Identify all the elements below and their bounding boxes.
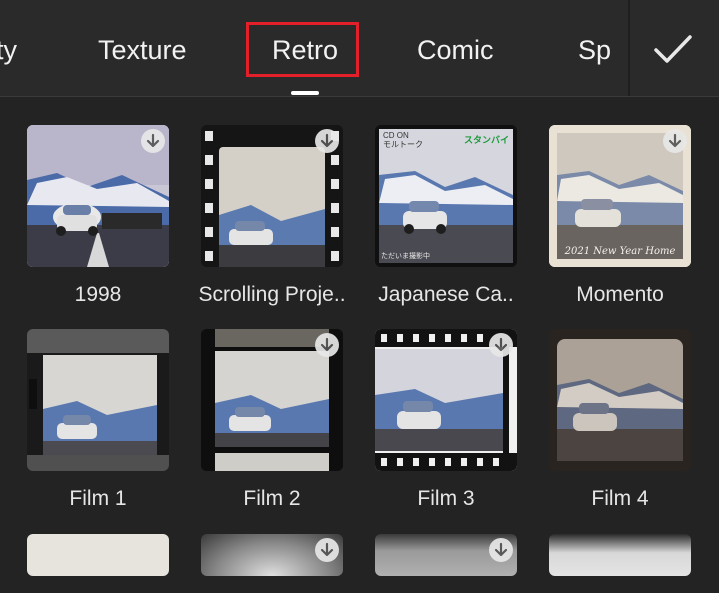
thumbnail <box>201 534 343 576</box>
thumbnail: 2021 New Year Home <box>549 125 691 267</box>
effect-item-film-1[interactable]: Film 1 <box>27 329 169 510</box>
camera-overlay-text-top-right: スタンバイ <box>463 135 509 145</box>
effect-label: Film 3 <box>417 487 475 510</box>
effect-label: Momento <box>576 283 664 306</box>
thumbnail <box>27 534 169 576</box>
effect-grid: 1998 Scrolling Proje.. CD ON モルトーク スタンバイ… <box>0 97 719 593</box>
download-arrow-icon[interactable] <box>315 538 339 562</box>
effect-item-film-4[interactable]: Film 4 <box>549 329 691 510</box>
download-arrow-icon[interactable] <box>489 538 513 562</box>
thumbnail <box>549 534 691 576</box>
checkmark-icon <box>654 35 692 63</box>
thumbnail: CD ON モルトーク スタンバイ ただいま撮影中 <box>375 125 517 267</box>
camera-overlay-text-bottom-left: ただいま撮影中 <box>381 253 430 260</box>
effect-item-row3-4[interactable] <box>549 534 691 576</box>
effect-label: Film 4 <box>591 487 649 510</box>
thumbnail <box>549 329 691 471</box>
film4-scene-image <box>549 329 691 471</box>
effect-label: 1998 <box>74 283 122 306</box>
camera-overlay-text-top-left: CD ON モルトーク <box>383 131 423 149</box>
active-tab-indicator <box>291 91 319 95</box>
effect-item-japanese-camera[interactable]: CD ON モルトーク スタンバイ ただいま撮影中 Japanese Ca.. <box>375 125 517 306</box>
effect-category-tabs: ty Texture Retro Comic Sp <box>0 0 719 97</box>
effect-item-1998[interactable]: 1998 <box>27 125 169 306</box>
thumbnail <box>375 534 517 576</box>
download-arrow-icon[interactable] <box>141 129 165 153</box>
effect-item-row3-3[interactable] <box>375 534 517 576</box>
effect-label: Film 2 <box>243 487 301 510</box>
effect-item-film-3[interactable]: Film 3 <box>375 329 517 510</box>
tab-partial-right[interactable]: Sp <box>578 30 611 70</box>
thumbnail <box>27 329 169 471</box>
effect-item-row3-1[interactable] <box>27 534 169 576</box>
effect-item-row3-2[interactable] <box>201 534 343 576</box>
download-arrow-icon[interactable] <box>315 129 339 153</box>
thumbnail <box>375 329 517 471</box>
thumbnail <box>201 125 343 267</box>
effect-label: Film 1 <box>69 487 127 510</box>
effect-item-film-2[interactable]: Film 2 <box>201 329 343 510</box>
confirm-button[interactable] <box>648 30 698 70</box>
tab-texture[interactable]: Texture <box>98 30 187 70</box>
download-arrow-icon[interactable] <box>315 333 339 357</box>
tab-partial-left[interactable]: ty <box>0 30 17 70</box>
tab-retro[interactable]: Retro <box>272 30 338 70</box>
momento-caption: 2021 New Year Home <box>564 246 676 257</box>
effect-label: Japanese Ca.. <box>378 283 514 306</box>
film1-scene-image <box>27 329 169 471</box>
effect-label: Scrolling Proje.. <box>198 283 346 306</box>
thumbnail <box>201 329 343 471</box>
tab-comic[interactable]: Comic <box>417 30 494 70</box>
effect-item-momento[interactable]: 2021 New Year Home Momento <box>549 125 691 306</box>
download-arrow-icon[interactable] <box>489 333 513 357</box>
effect-item-scrolling-projector[interactable]: Scrolling Proje.. <box>198 125 346 306</box>
download-arrow-icon[interactable] <box>663 129 687 153</box>
thumbnail <box>27 125 169 267</box>
tab-divider <box>628 0 630 96</box>
